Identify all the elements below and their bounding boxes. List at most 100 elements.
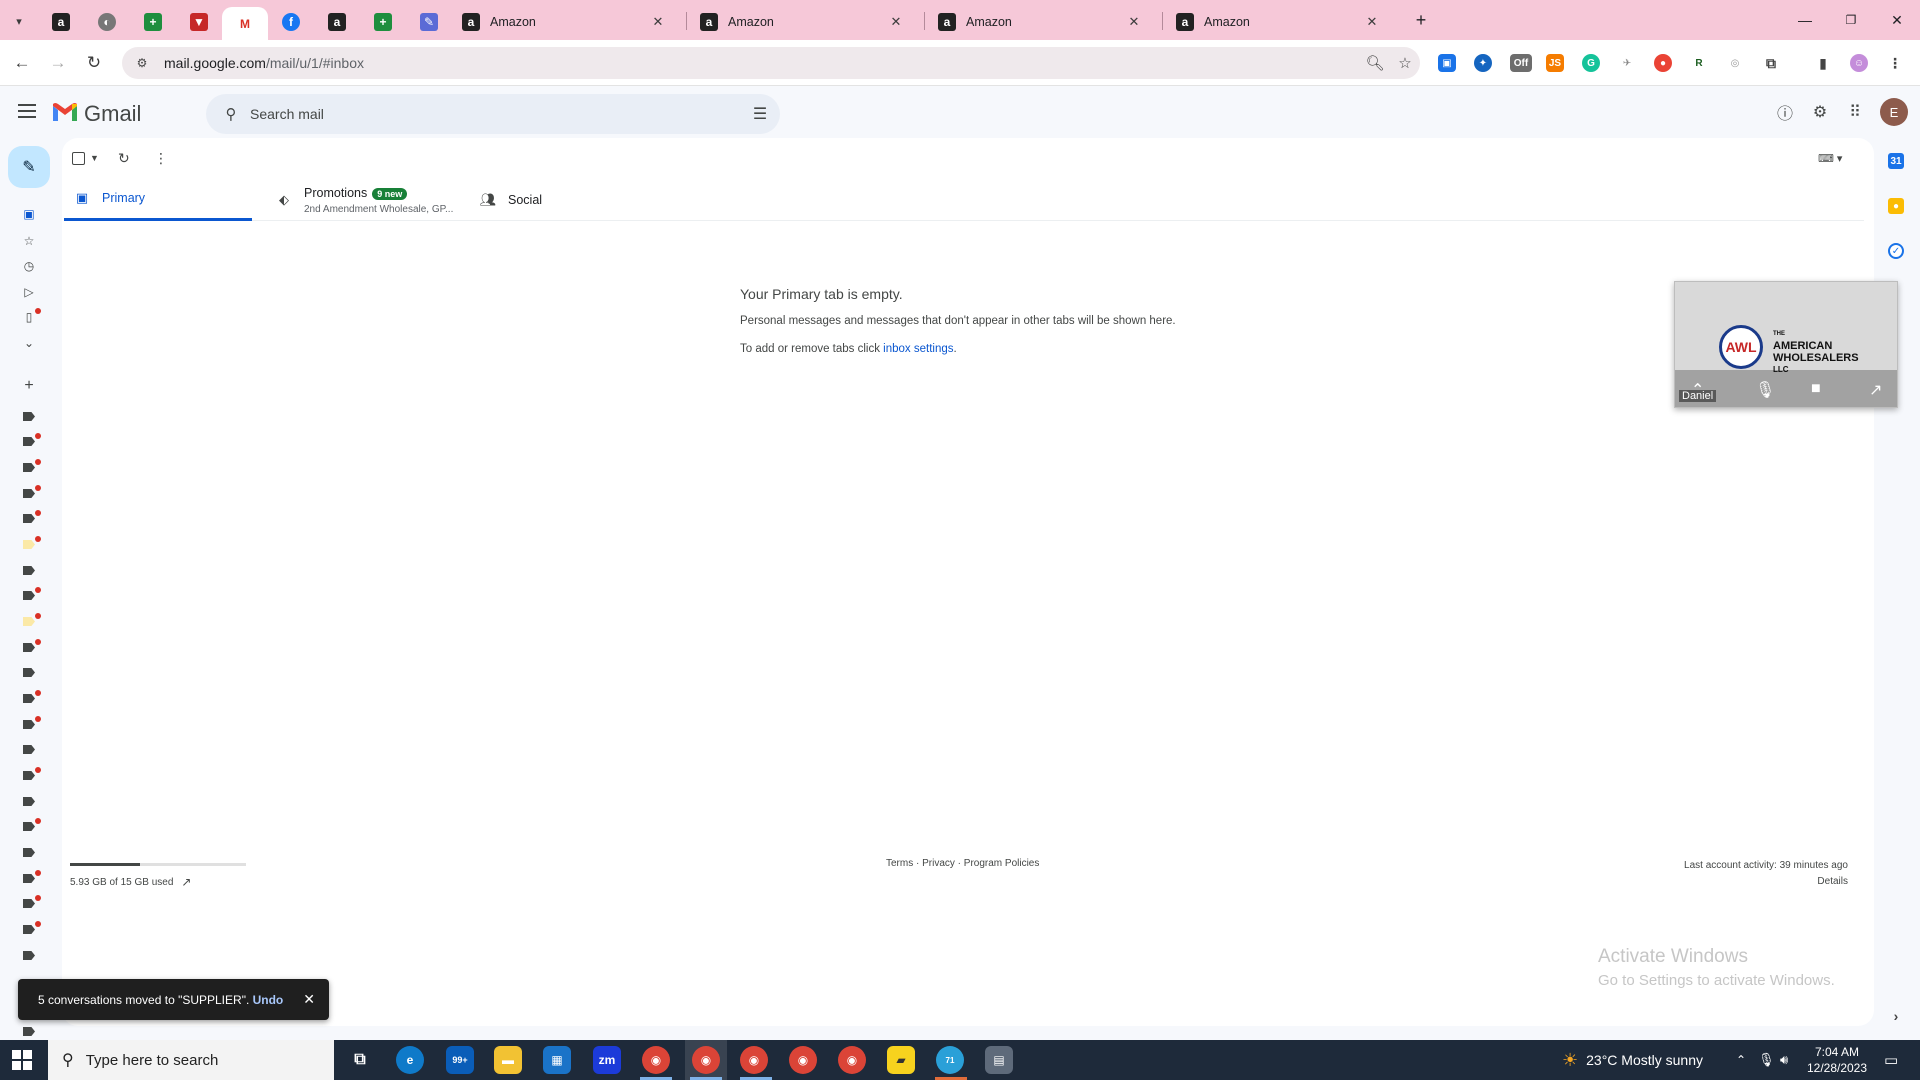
calendar-icon[interactable]: 31 — [1888, 153, 1904, 169]
system-clock[interactable]: 7:04 AM 12/28/2023 — [1802, 1044, 1872, 1076]
search-options-icon[interactable]: ☰ — [740, 104, 780, 124]
restore-icon[interactable]: ❐ — [1836, 8, 1866, 32]
footer-links[interactable]: Terms · Privacy · Program Policies — [886, 858, 1039, 869]
pinned-tab-gmail-active[interactable]: M — [222, 7, 268, 40]
open-in-new-icon[interactable]: ↗ — [181, 875, 191, 889]
help-icon[interactable]: ⓘ — [1773, 100, 1797, 124]
main-menu-icon[interactable] — [18, 100, 40, 122]
pinned-tab-globe[interactable]: ◐ — [84, 7, 130, 37]
settings-gear-icon[interactable]: ⚙ — [1808, 100, 1832, 124]
pinned-tab-sheets-2[interactable]: + — [360, 7, 406, 37]
refresh-icon[interactable]: ↻ — [118, 148, 130, 168]
speaker-icon[interactable]: 🔊︎ — [1780, 1040, 1788, 1080]
store-icon[interactable]: ▦ — [543, 1046, 571, 1074]
microphone-icon[interactable]: 🎙︎ — [1758, 1040, 1775, 1080]
inbox-settings-link[interactable]: inbox settings — [883, 343, 953, 355]
url-text[interactable]: mail.google.com/mail/u/1/#inbox — [164, 55, 1360, 71]
search-icon[interactable]: ⚲ — [216, 105, 246, 123]
extension-globe-icon[interactable]: ◎ — [1726, 54, 1744, 72]
tab-amazon-4[interactable]: a Amazon ✕ — [1164, 7, 1390, 37]
tab-amazon-2[interactable]: a Amazon ✕ — [688, 7, 914, 37]
more-actions-icon[interactable]: ⋮ — [154, 148, 168, 168]
label-tag-icon[interactable] — [23, 874, 35, 883]
more-menu-icon[interactable]: ⋮ — [1886, 54, 1904, 72]
close-icon[interactable]: ✕ — [886, 12, 906, 32]
bookmark-star-icon[interactable]: ☆ — [1390, 54, 1420, 72]
close-icon[interactable]: ✕ — [648, 12, 668, 32]
pinned-tab-sheets[interactable]: + — [130, 7, 176, 37]
tasks-icon[interactable]: ✓ — [1888, 243, 1904, 259]
grammarly-icon[interactable]: G — [1582, 54, 1600, 72]
telegram-icon[interactable]: 71 — [936, 1046, 964, 1074]
starred-icon[interactable]: ☆ — [20, 234, 38, 248]
label-tag-icon[interactable] — [23, 566, 35, 575]
close-icon[interactable]: ✕ — [1124, 12, 1144, 32]
label-tag-icon[interactable] — [23, 540, 35, 549]
label-tag-icon[interactable] — [23, 848, 35, 857]
label-tag-icon[interactable] — [23, 822, 35, 831]
extension-plane-icon[interactable]: ✈ — [1618, 54, 1636, 72]
mail-app-icon[interactable]: 99+ — [446, 1046, 474, 1074]
tray-chevron-icon[interactable]: ⌃ — [1736, 1040, 1746, 1080]
weather-widget[interactable]: ☀ 23°C Mostly sunny — [1562, 1040, 1703, 1080]
sent-icon[interactable]: ▷ — [20, 285, 38, 299]
windows-start-icon[interactable] — [12, 1050, 32, 1070]
tab-primary[interactable]: ▣ Primary — [64, 178, 252, 221]
inbox-icon[interactable]: ▣ — [20, 207, 38, 221]
pinned-tab-amazon-2[interactable]: a — [314, 7, 360, 37]
show-side-panel-chevron-icon[interactable]: › — [1888, 1008, 1904, 1024]
tab-amazon-1[interactable]: a Amazon ✕ — [450, 7, 676, 37]
label-tag-icon[interactable] — [23, 489, 35, 498]
tab-promotions[interactable]: ⬖ Promotions 9 new 2nd Amendment Wholesal… — [274, 178, 474, 221]
address-bar[interactable]: ⚙ mail.google.com/mail/u/1/#inbox 🔍︎ ☆ — [122, 47, 1420, 79]
extension-chrome-icon[interactable]: ● — [1654, 54, 1672, 72]
label-tag-icon[interactable] — [23, 951, 35, 960]
label-tag-icon[interactable] — [23, 925, 35, 934]
select-all-control[interactable]: ▼ — [72, 148, 99, 168]
mic-off-icon[interactable]: 🎙︎ — [1755, 380, 1775, 400]
back-arrow-icon[interactable]: ← — [10, 51, 34, 75]
label-tag-icon[interactable] — [23, 720, 35, 729]
pinned-tab-pen[interactable]: ✎ — [406, 7, 452, 37]
extension-off-icon[interactable]: Off — [1510, 54, 1532, 72]
tab-amazon-3[interactable]: a Amazon ✕ — [926, 7, 1152, 37]
new-tab-plus-icon[interactable]: + — [1406, 8, 1436, 32]
label-tag-icon[interactable] — [23, 412, 35, 421]
chrome-active-icon[interactable]: ◉ — [692, 1046, 720, 1074]
taskbar-search-box[interactable]: ⚲ Type here to search — [48, 1040, 334, 1080]
label-tag-icon[interactable] — [23, 643, 35, 652]
dismiss-close-icon[interactable]: ✕ — [303, 991, 315, 1008]
create-label-plus-icon[interactable]: + — [20, 377, 38, 394]
select-dropdown-icon[interactable]: ▼ — [90, 153, 99, 163]
label-tag-icon[interactable] — [23, 463, 35, 472]
extension-r-icon[interactable]: R — [1690, 54, 1708, 72]
label-tag-icon[interactable] — [23, 745, 35, 754]
label-tag-icon[interactable] — [23, 899, 35, 908]
chrome-profile-icon[interactable]: ◉ — [740, 1046, 768, 1074]
label-tag-icon[interactable] — [23, 437, 35, 446]
edge-browser-icon[interactable]: e — [396, 1046, 424, 1074]
camera-icon[interactable]: ■ — [1811, 380, 1821, 398]
select-checkbox[interactable] — [72, 151, 85, 165]
label-tag-icon[interactable] — [23, 771, 35, 780]
zoom-app-icon[interactable]: zm — [593, 1046, 621, 1074]
google-apps-icon[interactable]: ⠿ — [1843, 100, 1867, 124]
pinned-tab-facebook[interactable]: f — [268, 7, 314, 37]
video-call-overlay[interactable]: AWL THE AMERICAN WHOLESALERS LLC ⌃ 🎙︎ ■ … — [1674, 281, 1898, 408]
chrome-profile-3-icon[interactable]: ◉ — [838, 1046, 866, 1074]
close-icon[interactable]: ✕ — [1362, 12, 1382, 32]
profile-avatar-icon[interactable]: ☺ — [1850, 54, 1868, 72]
label-tag-icon[interactable] — [23, 668, 35, 677]
extension-js-icon[interactable]: JS — [1546, 54, 1564, 72]
undo-button[interactable]: Undo — [253, 993, 284, 1007]
compose-button[interactable]: ✎ — [8, 146, 50, 188]
window-close-icon[interactable]: ✕ — [1882, 8, 1912, 32]
site-info-icon[interactable]: ⚙ — [130, 56, 154, 70]
notification-center-icon[interactable]: ▭ — [1884, 1040, 1898, 1080]
input-tools-keyboard-icon[interactable]: ⌨ ▾ — [1818, 148, 1842, 168]
extension-blue-icon[interactable]: ▣ — [1438, 54, 1456, 72]
more-chevron-icon[interactable]: ⌄ — [20, 336, 38, 350]
chrome-profile-2-icon[interactable]: ◉ — [789, 1046, 817, 1074]
label-tag-icon[interactable] — [23, 797, 35, 806]
side-panel-icon[interactable]: ▮ — [1814, 54, 1832, 72]
